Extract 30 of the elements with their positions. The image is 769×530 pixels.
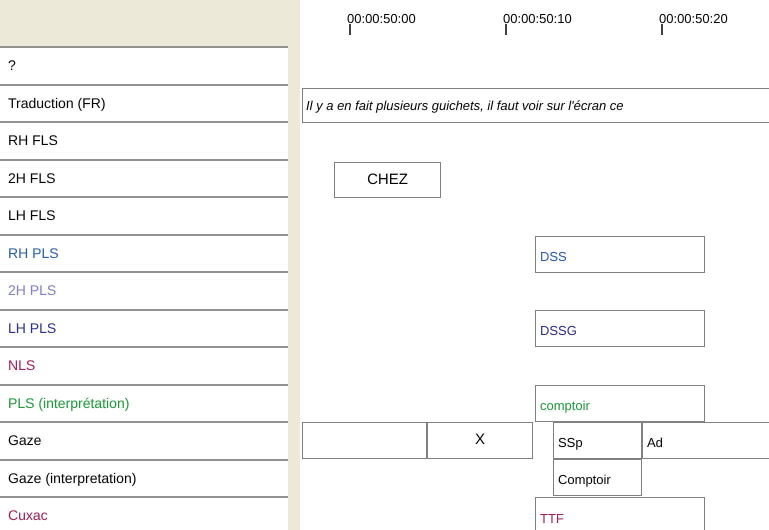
annotation-segment[interactable]: CHEZ [334, 162, 441, 198]
annotation-segment[interactable] [302, 422, 427, 459]
annotation-segment[interactable]: TTF [535, 497, 705, 530]
tier-label[interactable]: Cuxac [8, 505, 48, 526]
tick-mark [505, 24, 507, 35]
annotation-segment[interactable]: DSS [535, 236, 705, 273]
annotation-segment[interactable]: SSp [553, 422, 642, 459]
tier-label[interactable]: 2H PLS [8, 280, 56, 302]
tier-label[interactable]: Traduction (FR) [8, 92, 106, 114]
time-label: 00:00:50:20 [659, 12, 728, 25]
annotation-segment[interactable]: comptoir [535, 385, 705, 422]
tier-label[interactable]: LH FLS [8, 205, 56, 226]
annotation-segment[interactable]: Ad [642, 422, 769, 459]
annotation-segment[interactable]: X [427, 422, 533, 459]
tick-mark [661, 24, 663, 35]
tier-label[interactable]: NLS [8, 355, 36, 376]
annotation-segment[interactable]: Il y a en fait plusieurs guichets, il faut voir sur l'écran ce [302, 88, 769, 123]
tier-label[interactable]: RH FLS [8, 130, 58, 152]
tier-label[interactable]: Gaze (interpretation) [8, 468, 136, 489]
annotation-segment[interactable]: Comptoir [553, 459, 642, 496]
tier-label[interactable]: LH PLS [8, 318, 56, 339]
annotation-segment[interactable]: DSSG [535, 310, 705, 347]
tier-label[interactable]: 2H FLS [8, 168, 56, 189]
tier-label[interactable]: RH PLS [8, 242, 59, 264]
time-label: 00:00:50:10 [503, 12, 572, 25]
tick-mark [349, 24, 351, 35]
tier-label[interactable]: Gaze [8, 430, 42, 452]
time-label: 00:00:50:00 [347, 12, 416, 25]
tier-label[interactable]: PLS (interprétation) [8, 392, 130, 414]
tier-label[interactable]: ? [8, 55, 16, 76]
